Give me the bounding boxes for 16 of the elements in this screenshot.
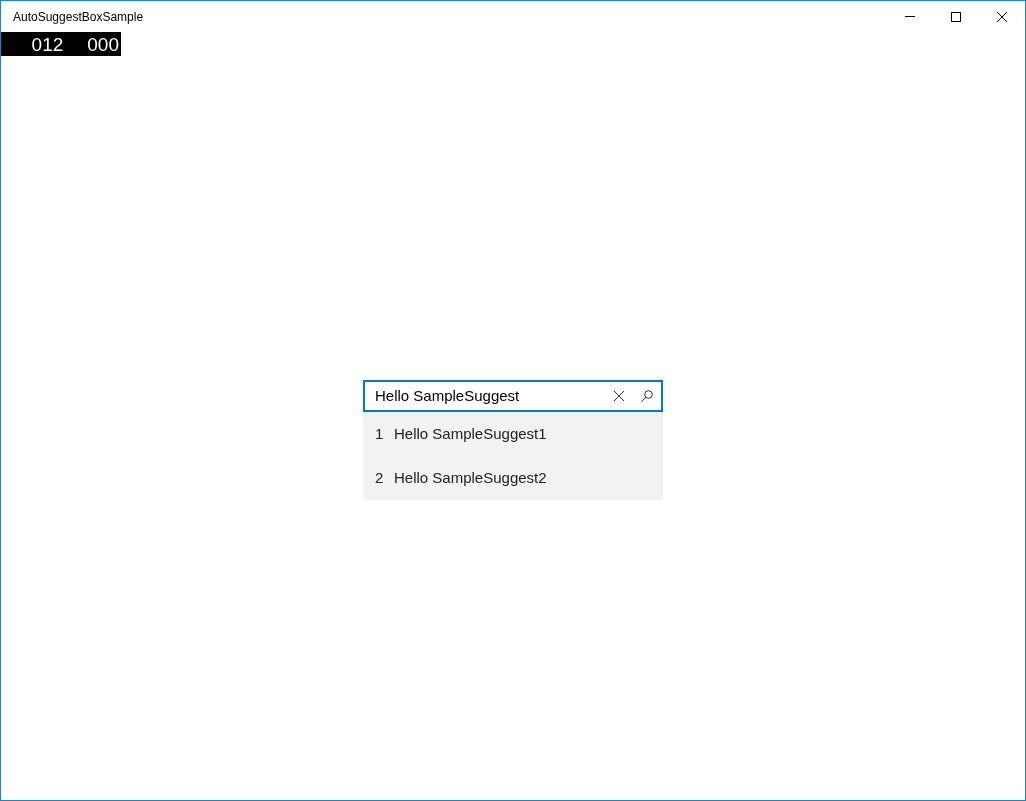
maximize-icon [951, 11, 961, 22]
suggestion-item[interactable]: 2 Hello SampleSuggest2 [363, 456, 663, 500]
auto-suggest-box[interactable]: Hello SampleSuggest [363, 380, 663, 412]
search-icon [641, 390, 653, 402]
suggestion-number: 2 [375, 467, 385, 488]
window-title: AutoSuggestBoxSample [12, 8, 144, 26]
search-field[interactable]: Hello SampleSuggest [365, 384, 605, 408]
suggestion-number: 1 [375, 423, 385, 444]
suggestion-text: Hello SampleSuggest1 [394, 423, 547, 444]
suggestion-text: Hello SampleSuggest2 [394, 467, 547, 488]
minimize-icon [905, 16, 915, 17]
counter-value: 012 [31, 34, 64, 54]
close-icon [614, 391, 624, 401]
counter-value: 000 [87, 34, 119, 54]
close-icon [997, 11, 1007, 22]
suggestion-item[interactable]: 1 Hello SampleSuggest1 [363, 412, 663, 456]
